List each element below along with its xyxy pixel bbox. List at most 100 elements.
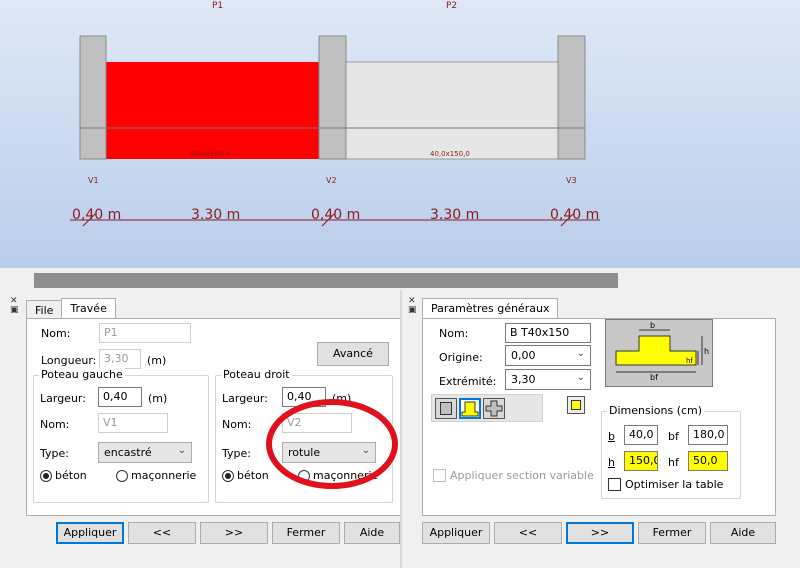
next-button[interactable]: >> [566, 522, 634, 544]
largeur-gauche-field[interactable]: 0,40 [98, 387, 142, 407]
section-name-field[interactable]: B T40x150 [505, 323, 591, 343]
right-tabbar: Paramètres généraux [422, 298, 559, 320]
radio-beton-gauche[interactable]: béton [40, 469, 87, 482]
pin-icon[interactable]: ✕ ▣ [408, 297, 418, 319]
scrollbar-thumb[interactable] [34, 273, 618, 288]
dim-label: 3.30 m [430, 207, 479, 223]
left-tabbar: File Travée [26, 298, 116, 320]
dim-label: 0,40 m [550, 207, 599, 223]
extremite-value: 3,30 [511, 373, 536, 386]
support-v1[interactable] [79, 35, 107, 160]
tab-file[interactable]: File [26, 300, 63, 320]
rect-section-icon[interactable] [435, 398, 457, 419]
span-label-p1: P1 [212, 1, 223, 11]
aide-button[interactable]: Aide [710, 522, 776, 544]
dim-label: 0,40 m [72, 207, 121, 223]
appliquer-button[interactable]: Appliquer [422, 522, 490, 544]
bf-field[interactable]: 180,0 [688, 425, 728, 445]
nom-label: Nom: [439, 327, 469, 340]
tab-parametres-generaux[interactable]: Paramètres généraux [422, 298, 559, 320]
support-label-v3: V3 [566, 176, 577, 185]
pin-icon[interactable]: ✕ ▣ [10, 297, 20, 319]
span-label-p2: P2 [446, 1, 457, 11]
nom-gauche-field[interactable]: V1 [98, 413, 168, 433]
dimensions-title: Dimensions (cm) [607, 404, 705, 417]
sketch-label-bf: bf [650, 373, 658, 382]
sketch-label-hf: hf [686, 357, 693, 365]
dim-label: 3.30 m [191, 207, 240, 223]
checkbox-icon [608, 478, 621, 491]
poteau-droit-title: Poteau droit [221, 368, 292, 381]
largeur-label: Largeur: [40, 392, 86, 405]
b-label: b [608, 430, 615, 443]
extremite-select[interactable]: 3,30 ⌄ [505, 369, 591, 390]
parametres-tab-body: Nom: B T40x150 Origine: 0,00 ⌄ Extrémité… [422, 318, 776, 516]
support-v2[interactable] [318, 35, 347, 160]
fermer-button[interactable]: Fermer [272, 522, 340, 544]
type-gauche-select[interactable]: encastré ⌄ [98, 442, 192, 463]
support-v3[interactable] [557, 35, 586, 160]
checkbox-icon [433, 469, 446, 482]
chevron-down-icon: ⌄ [576, 372, 585, 383]
sketch-label-h: h [704, 347, 709, 356]
type-label: Type: [40, 447, 69, 460]
chevron-down-icon: ⌄ [576, 348, 585, 359]
support-label-v1: V1 [88, 176, 99, 185]
bf-label: bf [668, 430, 679, 443]
section-variable-label: Appliquer section variable [450, 469, 594, 482]
longueur-field[interactable]: 3,30 [99, 349, 141, 369]
chevron-down-icon: ⌄ [177, 445, 186, 456]
t-section-icon[interactable] [459, 398, 481, 419]
appliquer-button[interactable]: Appliquer [56, 522, 124, 544]
support-label-v2: V2 [326, 176, 337, 185]
nom-field[interactable]: P1 [99, 323, 191, 343]
largeur-unit: (m) [148, 392, 168, 405]
right-panel: Paramètres généraux Nom: B T40x150 Origi… [418, 294, 800, 568]
previous-button[interactable]: << [128, 522, 196, 544]
type-label: Type: [222, 447, 251, 460]
radio-label: béton [55, 469, 87, 482]
previous-button[interactable]: << [494, 522, 562, 544]
h-label: h [608, 456, 615, 469]
optimiser-checkbox[interactable]: Optimiser la table [608, 478, 723, 491]
hf-label: hf [668, 456, 679, 469]
panel-divider[interactable] [400, 290, 402, 568]
radio-maconnerie-gauche[interactable]: maçonnerie [116, 469, 196, 482]
radio-off-icon [116, 469, 128, 482]
section-sketch: b h hf bf [605, 319, 713, 387]
dimensions-group: Dimensions (cm) b 40,0 bf 180,0 h 150,0 … [601, 404, 741, 499]
tab-travee[interactable]: Travée [61, 298, 116, 320]
beam-diagram[interactable]: P1 P2 40,0x150,0 40,0x150,0 V1 V2 V3 0,4… [0, 0, 800, 268]
poteau-gauche-title: Poteau gauche [39, 368, 125, 381]
beam-svg: P1 P2 40,0x150,0 40,0x150,0 V1 V2 V3 0,4… [70, 1, 600, 227]
b-field[interactable]: 40,0 [624, 425, 658, 445]
section-variable-checkbox[interactable]: Appliquer section variable [433, 469, 594, 482]
poteau-gauche-group: Poteau gauche Largeur: 0,40 (m) Nom: V1 … [33, 368, 209, 503]
nom-label: Nom: [41, 327, 71, 340]
h-field[interactable]: 150,0 [624, 451, 658, 471]
fermer-button[interactable]: Fermer [638, 522, 706, 544]
aide-button[interactable]: Aide [344, 522, 400, 544]
section-label-p2: 40,0x150,0 [430, 150, 470, 158]
hf-field[interactable]: 50,0 [688, 451, 728, 471]
highlight-ellipse [266, 399, 398, 489]
section-label-p1: 40,0x150,0 [190, 150, 230, 158]
type-gauche-value: encastré [104, 446, 152, 459]
sketch-label-b: b [650, 321, 655, 330]
section-library-icon[interactable] [567, 396, 585, 414]
next-button[interactable]: >> [200, 522, 268, 544]
radio-on-icon [222, 469, 234, 482]
optimiser-label: Optimiser la table [625, 478, 724, 491]
longueur-unit: (m) [147, 354, 167, 367]
dim-label: 0,40 m [311, 207, 360, 223]
radio-on-icon [40, 469, 52, 482]
extremite-label: Extrémité: [439, 375, 497, 388]
nom-label: Nom: [222, 418, 252, 431]
origine-label: Origine: [439, 351, 483, 364]
avance-button[interactable]: Avancé [317, 342, 389, 366]
span-p1[interactable] [106, 62, 319, 159]
cross-section-icon[interactable] [483, 398, 505, 419]
origine-select[interactable]: 0,00 ⌄ [505, 345, 591, 366]
span-p2[interactable] [345, 61, 559, 160]
origine-value: 0,00 [511, 349, 536, 362]
